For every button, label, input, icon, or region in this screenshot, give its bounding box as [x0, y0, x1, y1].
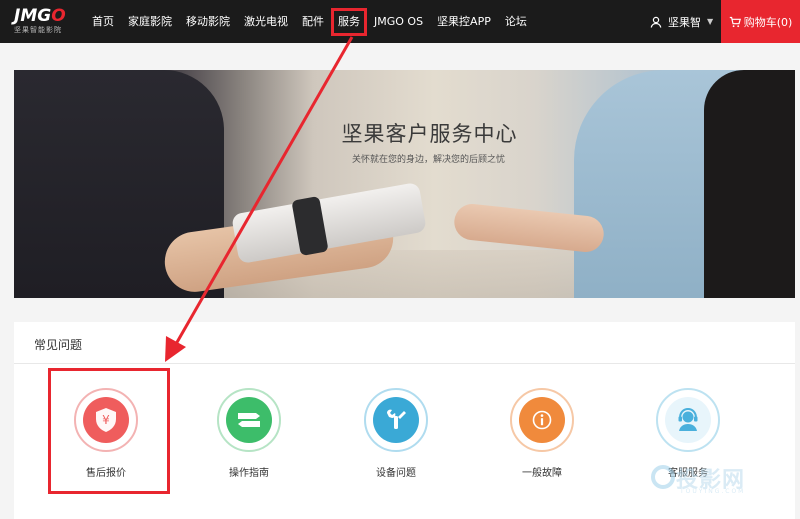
wrench-icon: [373, 397, 419, 443]
nav-item-accessories[interactable]: 配件: [302, 0, 324, 43]
info-icon: [519, 397, 565, 443]
jmgo-logo[interactable]: JMGO 坚果智能影院: [14, 7, 78, 37]
cart-icon: [729, 16, 741, 27]
logo-text: JMG: [14, 6, 52, 26]
faq-item-device[interactable]: 设备问题: [344, 388, 448, 479]
logo-subtitle: 坚果智能影院: [14, 26, 62, 34]
top-navbar: JMGO 坚果智能影院 首页 家庭影院 移动影院 激光电视 配件 服务 JMGO…: [0, 0, 800, 43]
user-menu[interactable]: 坚果智 ▼: [650, 0, 713, 43]
faq-item-fault[interactable]: 一般故障: [490, 388, 594, 479]
user-icon: [650, 16, 662, 28]
cart-label: 购物车(0): [743, 15, 793, 29]
main-nav: 首页 家庭影院 移动影院 激光电视 配件 服务 JMGO OS 坚果控APP 论…: [92, 0, 541, 43]
faq-label: 设备问题: [376, 468, 416, 479]
banner-hair: [704, 70, 795, 298]
annotation-highlight-box: [48, 368, 170, 494]
faq-label: 一般故障: [522, 468, 562, 479]
faq-item-guide[interactable]: 操作指南: [197, 388, 301, 479]
guide-icon: [226, 397, 272, 443]
logo-accent: O: [51, 6, 66, 26]
nav-item-app[interactable]: 坚果控APP: [437, 0, 491, 43]
chevron-down-icon: ▼: [707, 17, 714, 26]
faq-label: 操作指南: [229, 468, 269, 479]
faq-title: 常见问题: [34, 338, 83, 352]
watermark-logo: 投影网 TOUYING.COM: [650, 460, 790, 500]
faq-panel-header: 常见问题: [14, 322, 795, 364]
nav-item-service[interactable]: 服务: [331, 7, 367, 36]
nav-item-mobile-theater[interactable]: 移动影院: [186, 0, 230, 43]
banner-title: 坚果客户服务中心: [341, 122, 518, 146]
nav-item-forum[interactable]: 论坛: [505, 0, 527, 43]
nav-item-laser-tv[interactable]: 激光电视: [244, 0, 288, 43]
nav-item-home-theater[interactable]: 家庭影院: [128, 0, 172, 43]
service-banner: 坚果客户服务中心 关怀就在您的身边，解决您的后顾之忧: [14, 70, 795, 298]
watermark-ring-icon: [651, 465, 675, 489]
banner-subtitle: 关怀就在您的身边，解决您的后顾之忧: [351, 155, 505, 165]
nav-item-home[interactable]: 首页: [92, 0, 114, 43]
watermark-subtext: TOUYING.COM: [680, 488, 746, 495]
cart-button[interactable]: 购物车(0): [721, 0, 800, 43]
nav-item-jmgo-os[interactable]: JMGO OS: [374, 0, 423, 43]
user-name: 坚果智: [668, 15, 701, 29]
headset-icon: [665, 397, 711, 443]
